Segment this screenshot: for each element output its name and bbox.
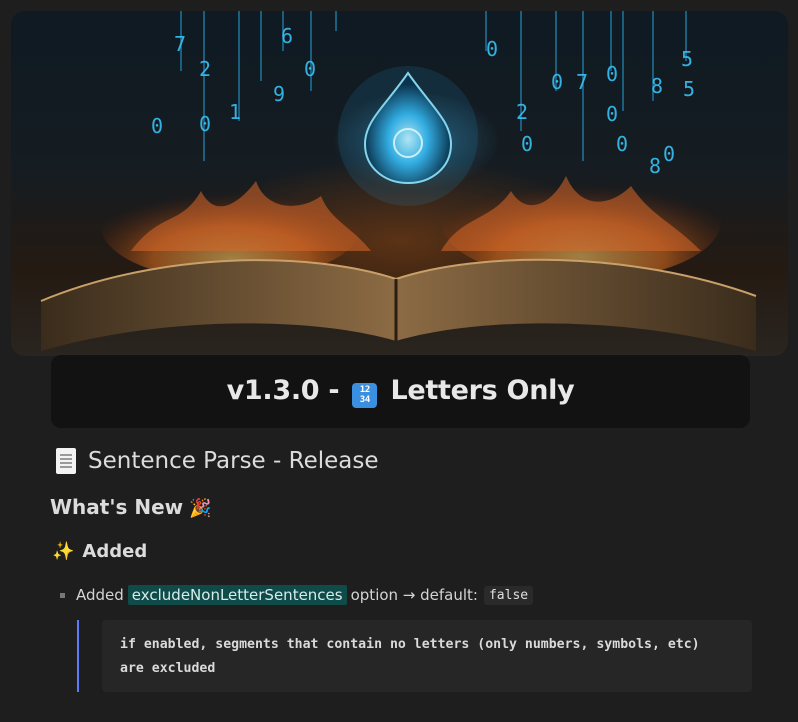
svg-text:0: 0	[151, 114, 163, 138]
svg-text:6: 6	[281, 24, 293, 48]
svg-text:0: 0	[521, 132, 533, 156]
svg-text:1: 1	[229, 100, 241, 124]
added-heading-text: Added	[82, 541, 148, 562]
svg-text:0: 0	[551, 70, 563, 94]
svg-text:0: 0	[304, 57, 316, 81]
svg-text:5: 5	[683, 77, 695, 101]
svg-text:0: 0	[616, 132, 628, 156]
document-heading: Sentence Parse - Release	[56, 448, 379, 474]
svg-text:2: 2	[516, 100, 528, 124]
code-line-2: are excluded	[120, 661, 216, 676]
list-item: Added excludeNonLetterSentences option →…	[60, 585, 534, 605]
svg-text:7: 7	[174, 32, 186, 56]
svg-text:5: 5	[681, 47, 693, 71]
svg-text:2: 2	[199, 57, 211, 81]
whats-new-heading: What's New 🎉	[50, 495, 212, 519]
code-block: if enabled, segments that contain no let…	[102, 620, 752, 692]
blockquote-bar	[77, 620, 79, 692]
bullet-icon	[60, 592, 65, 598]
release-title: v1.3.0 - 12 34 Letters Only	[227, 375, 575, 408]
svg-text:0: 0	[606, 62, 618, 86]
party-popper-icon: 🎉	[189, 498, 212, 519]
default-value-code: false	[483, 585, 534, 605]
bullet-prefix: Added	[76, 586, 124, 604]
added-heading: ✨ Added	[52, 541, 147, 562]
svg-text:8: 8	[651, 74, 663, 98]
svg-text:0: 0	[486, 37, 498, 61]
version-label: v1.3.0 -	[226, 375, 340, 406]
document-heading-text: Sentence Parse - Release	[88, 448, 379, 474]
svg-text:0: 0	[663, 142, 675, 166]
release-title-card: v1.3.0 - 12 34 Letters Only	[51, 355, 750, 428]
code-line-1: if enabled, segments that contain no let…	[120, 637, 700, 652]
hero-banner-image: 7 2 0 0 1 9 6 0 0 2 0 7 0 0 0 8 5 5 0 0 …	[11, 11, 788, 356]
option-name-highlight: excludeNonLetterSentences	[127, 585, 347, 605]
title-label: Letters Only	[390, 375, 575, 406]
sparkles-icon: ✨	[52, 541, 75, 562]
svg-text:0: 0	[199, 112, 211, 136]
whats-new-text: What's New	[50, 495, 184, 519]
svg-text:9: 9	[273, 82, 285, 106]
bullet-middle-text: option → default:	[350, 586, 478, 604]
numbers-emoji-icon: 12 34	[352, 383, 378, 408]
hero-illustration: 7 2 0 0 1 9 6 0 0 2 0 7 0 0 0 8 5 5 0 0 …	[40, 11, 757, 351]
document-icon	[56, 448, 76, 474]
svg-text:7: 7	[576, 70, 588, 94]
svg-text:0: 0	[606, 102, 618, 126]
